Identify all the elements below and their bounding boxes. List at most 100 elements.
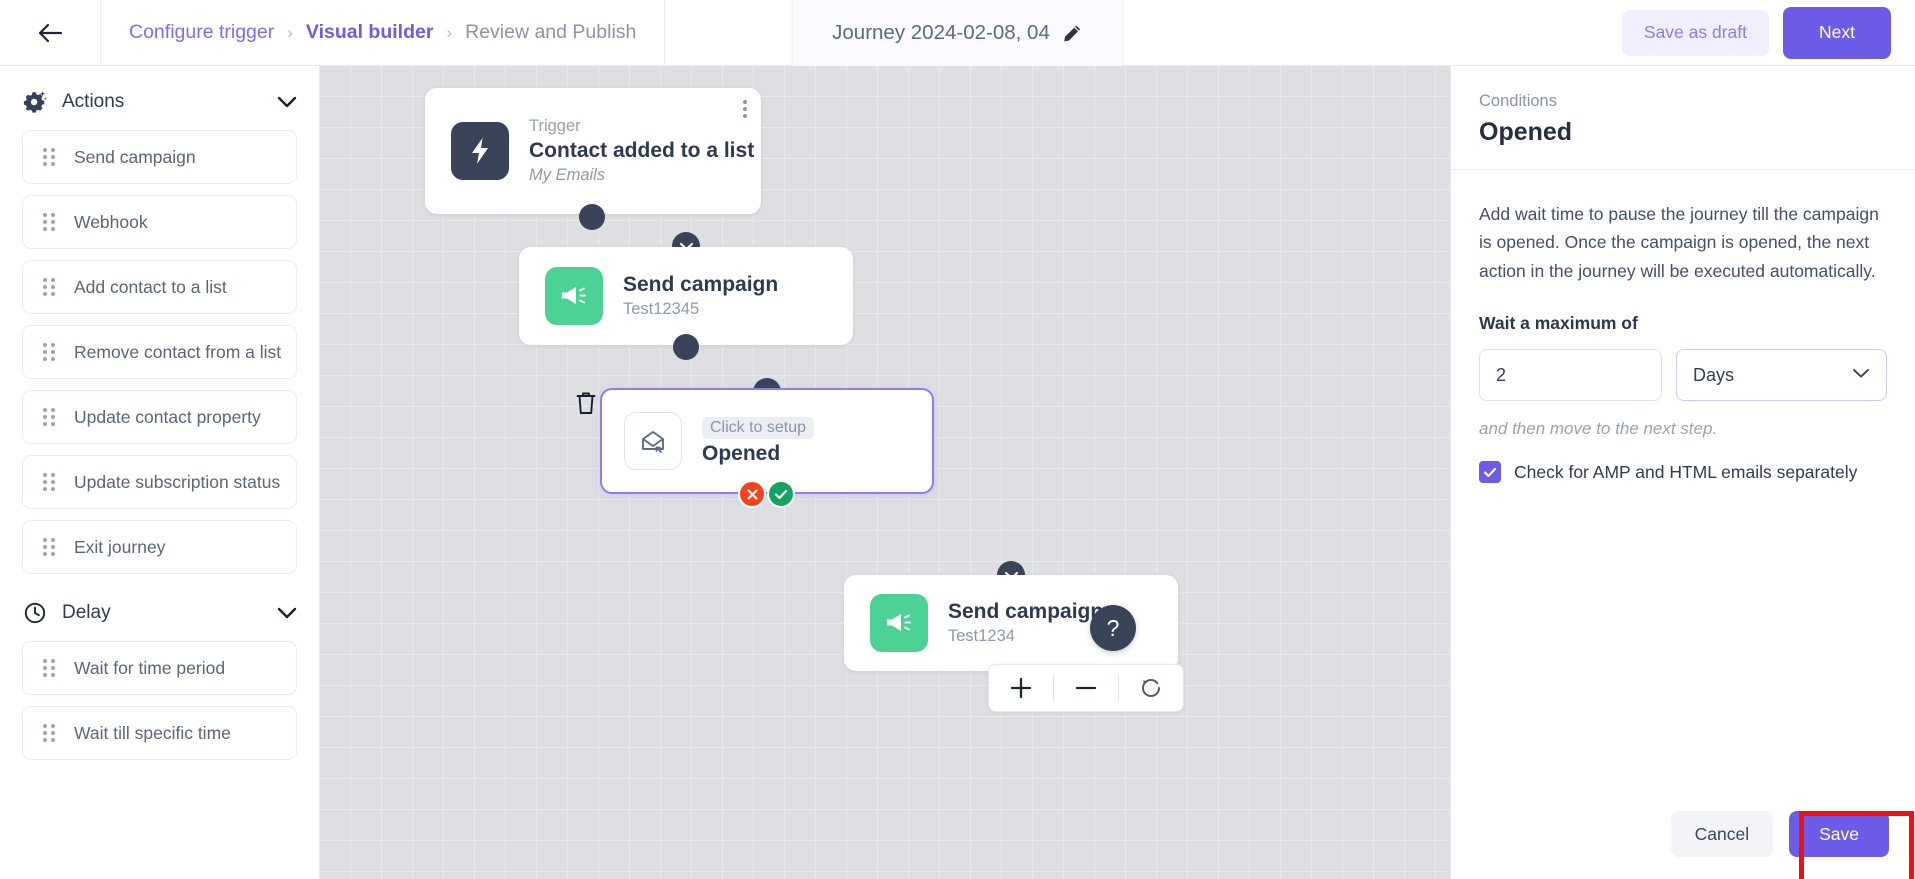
drag-handle-icon[interactable] [43, 148, 56, 166]
sidebar-item-wait-till-specific-time[interactable]: Wait till specific time [22, 706, 297, 760]
help-button[interactable]: ? [1090, 605, 1136, 651]
save-as-draft-button[interactable]: Save as draft [1621, 9, 1770, 56]
next-button[interactable]: Next [1783, 6, 1891, 59]
amp-html-checkbox-row[interactable]: Check for AMP and HTML emails separately [1479, 461, 1887, 484]
sidebar-item-add-contact-to-a-list[interactable]: Add contact to a list [22, 260, 297, 314]
panel-kicker: Conditions [1479, 92, 1557, 110]
node-subtitle: Test12345 [623, 300, 700, 318]
breadcrumb-separator-2: › [446, 22, 453, 42]
node-output-handle[interactable] [673, 334, 699, 360]
sidebar-item-label: Webhook [74, 211, 148, 232]
wait-unit-select[interactable]: Days [1676, 349, 1887, 402]
sidebar-item-send-campaign[interactable]: Send campaign [22, 130, 297, 184]
canvas-node-send-campaign-1[interactable]: Send campaign Test12345 [519, 247, 853, 345]
drag-handle-icon[interactable] [43, 408, 56, 426]
sidebar-item-label: Add contact to a list [74, 276, 227, 297]
wait-field-row: Days [1479, 349, 1887, 402]
sidebar-item-remove-contact-from-a-list[interactable]: Remove contact from a list [22, 325, 297, 379]
zoom-out-button[interactable] [1054, 665, 1118, 711]
panel-header: Conditions Opened [1451, 66, 1915, 170]
arrow-left-icon [37, 22, 63, 44]
node-subtitle: My Emails [529, 166, 606, 184]
panel-title: Opened [1479, 118, 1573, 146]
drag-handle-icon[interactable] [43, 473, 56, 491]
zoom-in-button[interactable] [989, 665, 1053, 711]
back-button[interactable] [0, 0, 100, 65]
pencil-icon[interactable] [1062, 23, 1083, 44]
breadcrumb: Configure trigger › Visual builder › Rev… [100, 0, 666, 65]
chevron-down-icon[interactable] [277, 96, 297, 108]
drag-handle-icon[interactable] [43, 538, 56, 556]
sidebar-item-label: Update contact property [74, 406, 261, 427]
canvas-node-opened-condition[interactable]: Click to setup Opened [600, 388, 934, 494]
node-title: Opened [702, 441, 781, 465]
cancel-button[interactable]: Cancel [1670, 811, 1774, 857]
wait-value-input[interactable] [1479, 349, 1662, 402]
sidebar-item-update-contact-property[interactable]: Update contact property [22, 390, 297, 444]
megaphone-icon [545, 267, 603, 325]
drag-handle-icon[interactable] [43, 343, 56, 361]
conditions-panel: Conditions Opened Add wait time to pause… [1450, 66, 1915, 879]
breadcrumb-review-and-publish[interactable]: Review and Publish [465, 21, 636, 44]
sidebar-item-wait-for-time-period[interactable]: Wait for time period [22, 641, 297, 695]
wait-maximum-label: Wait a maximum of [1479, 313, 1638, 334]
next-step-hint: and then move to the next step. [1479, 419, 1718, 439]
amp-html-checkbox-label: Check for AMP and HTML emails separately [1514, 461, 1858, 482]
journey-title-bar: Journey 2024-02-08, 04 [791, 0, 1124, 66]
wait-unit-value: Days [1693, 364, 1735, 385]
open-envelope-icon [624, 412, 682, 470]
canvas-node-trigger[interactable]: Trigger Contact added to a list My Email… [425, 88, 761, 214]
actions-sidebar: Actions Send campaign Webhook Add contac… [0, 66, 320, 879]
node-kicker: Trigger [529, 117, 581, 135]
chevron-down-icon [1852, 366, 1870, 384]
node-title: Send campaign [948, 600, 1104, 623]
section-header-actions[interactable]: Actions [22, 74, 297, 130]
clock-icon [22, 601, 48, 625]
branch-yes-button[interactable] [767, 480, 795, 508]
sidebar-item-update-subscription-status[interactable]: Update subscription status [22, 455, 297, 509]
drag-handle-icon[interactable] [43, 724, 56, 742]
sidebar-item-label: Remove contact from a list [74, 341, 282, 362]
panel-description: Add wait time to pause the journey till … [1479, 204, 1879, 281]
zoom-controls [988, 664, 1184, 712]
sidebar-item-label: Send campaign [74, 146, 196, 167]
gear-sparkle-icon [22, 90, 48, 114]
breadcrumb-separator-1: › [287, 22, 293, 42]
sidebar-item-label: Wait for time period [74, 657, 226, 678]
chevron-down-icon[interactable] [277, 607, 297, 619]
amp-html-checkbox[interactable] [1479, 461, 1501, 484]
node-subtitle: Test1234 [948, 627, 1015, 645]
node-menu-icon[interactable] [743, 100, 747, 118]
section-header-delay[interactable]: Delay [22, 585, 297, 641]
megaphone-icon [870, 594, 928, 652]
node-title: Contact added to a list [529, 139, 755, 162]
sidebar-item-webhook[interactable]: Webhook [22, 195, 297, 249]
journey-title: Journey 2024-02-08, 04 [832, 21, 1050, 44]
node-title: Send campaign [623, 273, 779, 296]
delete-node-button[interactable] [575, 390, 597, 421]
app-body: Actions Send campaign Webhook Add contac… [0, 66, 1915, 879]
breadcrumb-configure-trigger[interactable]: Configure trigger [129, 21, 274, 44]
click-to-setup-badge: Click to setup [702, 416, 815, 439]
sidebar-item-label: Update subscription status [74, 471, 281, 492]
reset-icon[interactable] [1119, 665, 1183, 711]
panel-footer: Cancel Save [1451, 811, 1915, 879]
drag-handle-icon[interactable] [43, 213, 56, 231]
sidebar-item-exit-journey[interactable]: Exit journey [22, 520, 297, 574]
section-title-actions: Actions [62, 91, 125, 112]
breadcrumb-visual-builder[interactable]: Visual builder [306, 21, 434, 44]
panel-body: Add wait time to pause the journey till … [1451, 170, 1915, 879]
journey-builder-app: Configure trigger › Visual builder › Rev… [0, 0, 1915, 879]
header-actions: Save as draft Next [1621, 0, 1915, 65]
drag-handle-icon[interactable] [43, 659, 56, 677]
journey-canvas[interactable]: Trigger Contact added to a list My Email… [320, 66, 1450, 879]
lightning-bolt-icon [451, 122, 509, 180]
save-button[interactable]: Save [1789, 811, 1889, 857]
sidebar-item-label: Exit journey [74, 536, 166, 557]
node-output-handle[interactable] [579, 204, 605, 230]
drag-handle-icon[interactable] [43, 278, 56, 296]
app-header: Configure trigger › Visual builder › Rev… [0, 0, 1915, 66]
sidebar-item-label: Wait till specific time [74, 722, 231, 743]
branch-no-button[interactable] [738, 480, 766, 508]
section-title-delay: Delay [62, 602, 111, 623]
